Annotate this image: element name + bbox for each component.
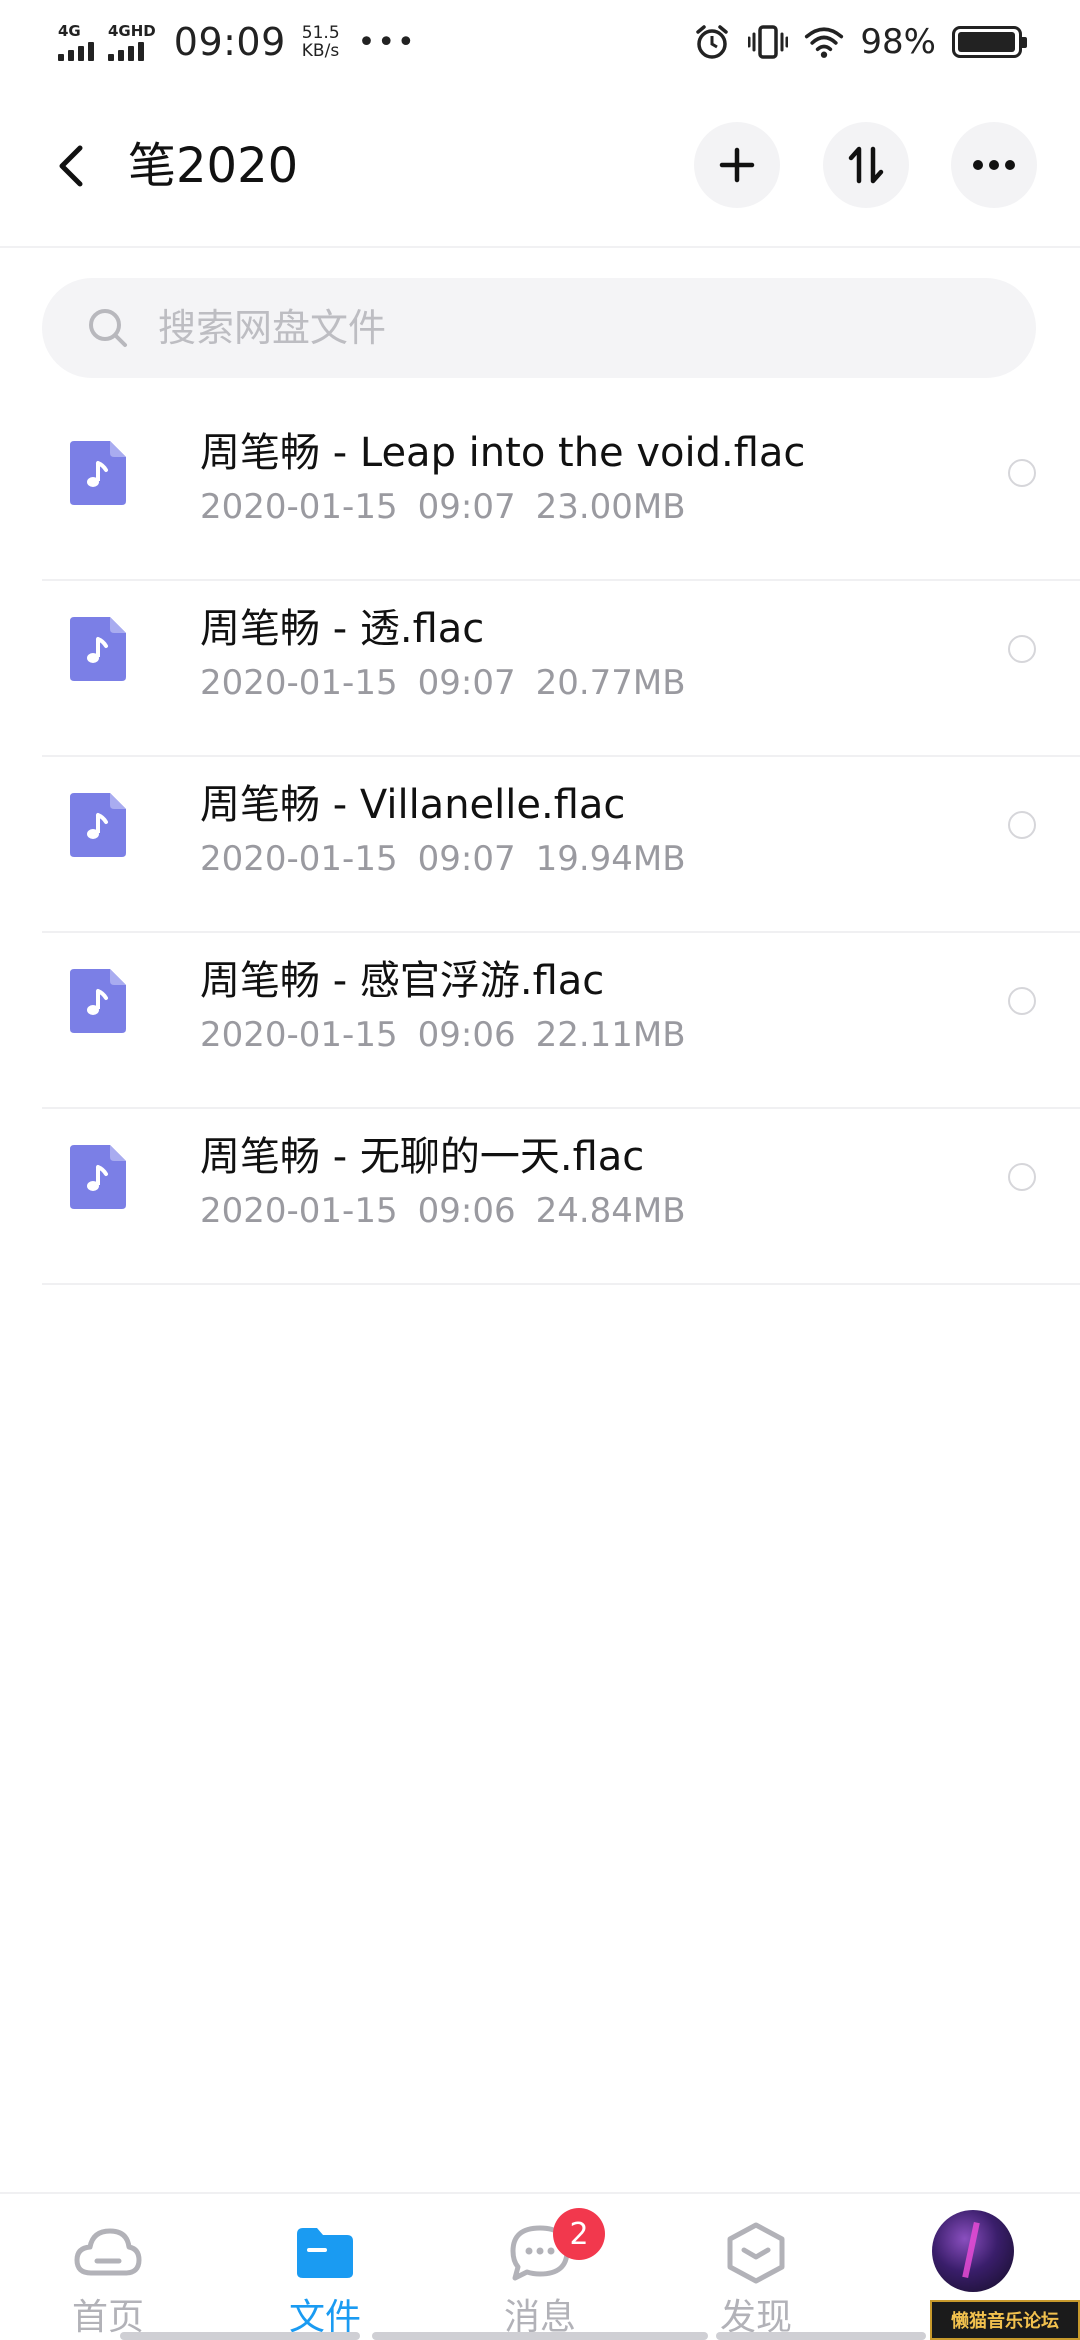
network-speed: 51.5 KB/s (302, 24, 340, 60)
sort-button[interactable] (823, 122, 909, 208)
hexagon-icon (721, 2218, 791, 2288)
file-time: 09:06 (417, 1015, 516, 1055)
signal-2-icon (108, 39, 144, 61)
music-file-icon (70, 1145, 126, 1209)
gesture-bar (120, 2332, 360, 2340)
signal-2: 4GHD (108, 23, 156, 61)
signal-1-label: 4G (58, 22, 81, 40)
file-date: 2020-01-15 (200, 839, 398, 879)
wifi-icon (804, 22, 844, 62)
file-meta: 2020-01-15 09:07 23.00MB (200, 483, 706, 531)
back-button[interactable] (46, 134, 96, 198)
select-radio[interactable] (1008, 459, 1036, 487)
add-button[interactable] (694, 122, 780, 208)
file-size: 22.11MB (535, 1015, 686, 1055)
sort-arrows-icon (848, 146, 884, 184)
network-speed-unit: KB/s (301, 41, 340, 61)
file-name: 周笔畅 - 感官浮游.flac (200, 958, 605, 1004)
status-bar: 4G 4GHD 09:09 51.5 KB/s ••• 98% (0, 0, 1080, 84)
watermark-logo: 懒猫音乐论坛 (930, 2300, 1080, 2340)
status-bar-right: 98% (692, 18, 1027, 66)
file-time: 09:07 (417, 487, 516, 527)
file-size: 23.00MB (535, 487, 686, 527)
battery-percent: 98% (860, 22, 936, 62)
chat-bubble-icon: 2 (505, 2208, 605, 2288)
file-time: 09:06 (417, 1191, 516, 1231)
battery-fill (958, 32, 1015, 52)
file-meta: 2020-01-15 09:07 20.77MB (200, 659, 706, 707)
file-date: 2020-01-15 (200, 1015, 398, 1055)
battery-icon (952, 26, 1027, 58)
avatar[interactable] (932, 2210, 1014, 2292)
status-time: 09:09 (173, 20, 286, 64)
select-radio[interactable] (1008, 635, 1036, 663)
bottom-nav: 首页 文件 2 消息 发现 (0, 2192, 1080, 2340)
file-name: 周笔畅 - 透.flac (200, 606, 485, 652)
file-date: 2020-01-15 (200, 1191, 398, 1231)
file-row[interactable]: 周笔畅 - Villanelle.flac 2020-01-15 09:07 19.9… (42, 757, 1080, 933)
alarm-icon (692, 22, 732, 62)
network-speed-value: 51.5 (301, 23, 340, 43)
search-input[interactable] (158, 306, 958, 350)
file-size: 24.84MB (535, 1191, 686, 1231)
file-name: 周笔畅 - Villanelle.flac (200, 782, 626, 828)
more-dots-icon (973, 160, 1015, 170)
search-icon (86, 306, 130, 350)
page-title: 笔2020 (128, 138, 299, 194)
file-row[interactable]: 周笔畅 - 透.flac 2020-01-15 09:07 20.77MB (42, 581, 1080, 757)
file-row[interactable]: 周笔畅 - 无聊的一天.flac 2020-01-15 09:06 24.84MB (42, 1109, 1080, 1285)
signal-1-icon (58, 39, 94, 61)
more-button[interactable] (951, 122, 1037, 208)
nav-discover[interactable]: 发现 (686, 2218, 826, 2340)
music-file-icon (70, 793, 126, 857)
file-name: 周笔畅 - 无聊的一天.flac (200, 1134, 645, 1180)
status-bar-left: 4G 4GHD 09:09 51.5 KB/s ••• (58, 18, 417, 66)
nav-files[interactable]: 文件 (255, 2218, 395, 2340)
select-radio[interactable] (1008, 1163, 1036, 1191)
file-list: 周笔畅 - Leap into the void.flac 2020-01-15 0… (0, 405, 1080, 1285)
plus-icon (719, 147, 755, 183)
file-time: 09:07 (417, 663, 516, 703)
file-time: 09:07 (417, 839, 516, 879)
status-more-dots: ••• (357, 24, 417, 60)
search-bar[interactable] (42, 278, 1036, 378)
file-date: 2020-01-15 (200, 487, 398, 527)
file-size: 20.77MB (535, 663, 686, 703)
app-header: 笔2020 (0, 84, 1080, 248)
folder-icon (290, 2218, 360, 2288)
file-meta: 2020-01-15 09:06 24.84MB (200, 1187, 706, 1235)
file-meta: 2020-01-15 09:06 22.11MB (200, 1011, 706, 1059)
music-file-icon (70, 617, 126, 681)
file-size: 19.94MB (535, 839, 686, 879)
chevron-left-icon (59, 145, 83, 187)
music-file-icon (70, 441, 126, 505)
file-name: 周笔畅 - Leap into the void.flac (200, 430, 806, 476)
file-row[interactable]: 周笔畅 - 感官浮游.flac 2020-01-15 09:06 22.11MB (42, 933, 1080, 1109)
messages-badge: 2 (553, 2208, 605, 2260)
gesture-bar (372, 2332, 708, 2340)
file-meta: 2020-01-15 09:07 19.94MB (200, 835, 706, 883)
select-radio[interactable] (1008, 811, 1036, 839)
signal-2-label: 4GHD (108, 22, 156, 40)
file-date: 2020-01-15 (200, 663, 398, 703)
nav-home[interactable]: 首页 (38, 2218, 178, 2340)
select-radio[interactable] (1008, 987, 1036, 1015)
signal-1: 4G (58, 23, 94, 61)
file-row[interactable]: 周笔畅 - Leap into the void.flac 2020-01-15 0… (42, 405, 1080, 581)
vibrate-icon (748, 22, 789, 62)
gesture-bar (716, 2332, 926, 2340)
music-file-icon (70, 969, 126, 1033)
nav-messages[interactable]: 2 消息 (470, 2208, 610, 2340)
cloud-icon (73, 2218, 143, 2288)
